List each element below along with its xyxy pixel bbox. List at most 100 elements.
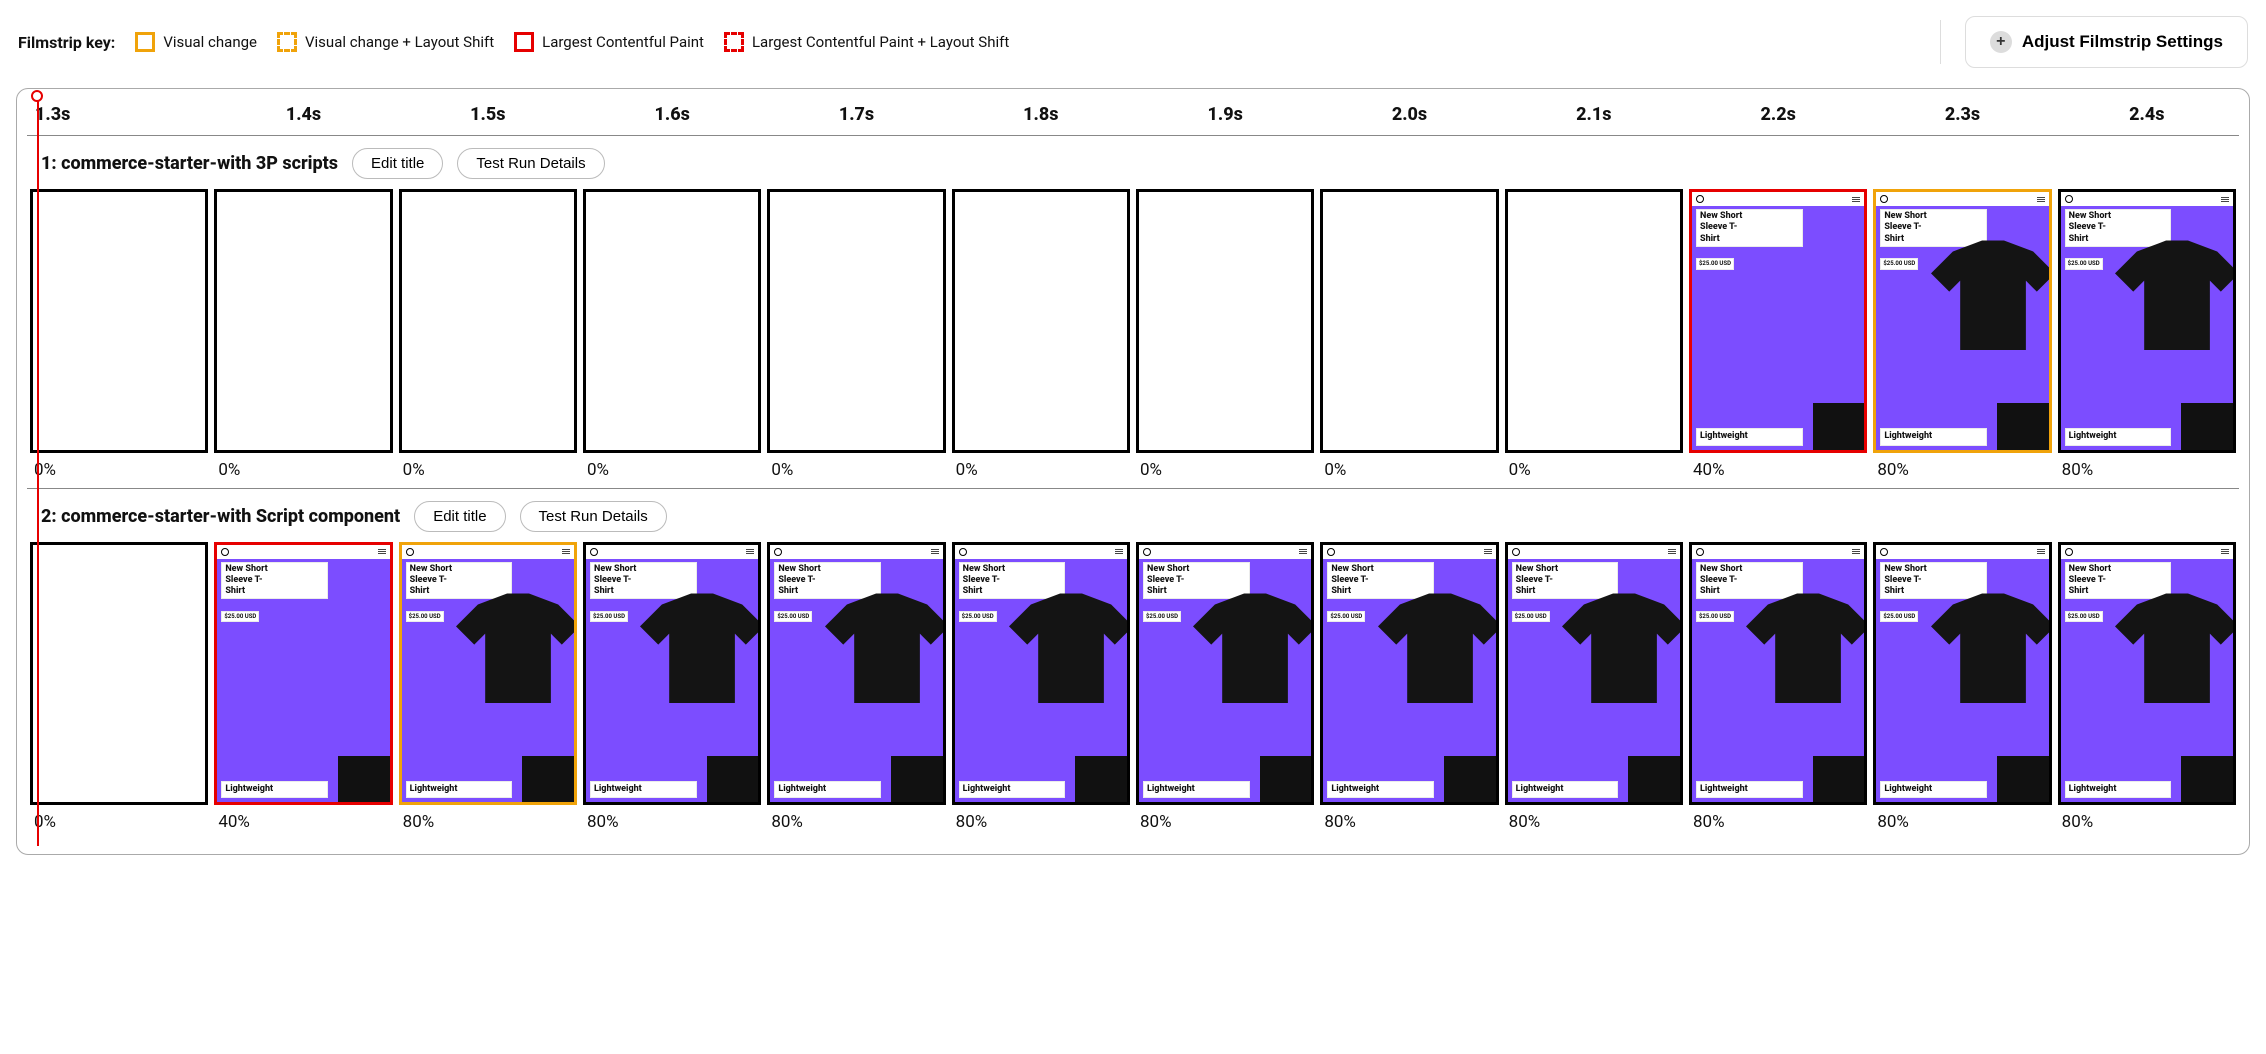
product-tag: Lightweight xyxy=(1696,428,1803,445)
tshirt-image xyxy=(1193,571,1314,726)
visual-complete-percent: 80% xyxy=(587,805,619,832)
filmstrip-frame-cell: 0% xyxy=(27,542,211,833)
legend-text: Largest Contentful Paint xyxy=(542,33,704,51)
filmstrip-frame[interactable]: New ShortSleeve T-Shirt$25.00 USDLightwe… xyxy=(1873,542,2051,806)
filmstrip-frame[interactable] xyxy=(1136,189,1314,453)
filmstrip-frame[interactable]: New ShortSleeve T-Shirt$25.00 USDLightwe… xyxy=(1136,542,1314,806)
product-tag: Lightweight xyxy=(1696,781,1803,798)
filmstrip-frame-cell: New ShortSleeve T-Shirt$25.00 USDLightwe… xyxy=(949,542,1133,833)
hamburger-icon xyxy=(1115,549,1123,554)
logo-icon xyxy=(590,548,598,556)
legend-item: Largest Contentful Paint xyxy=(514,32,704,52)
filmstrip-frame[interactable]: New ShortSleeve T-Shirt$25.00 USDLightwe… xyxy=(1320,542,1498,806)
filmstrip-frame[interactable]: New ShortSleeve T-Shirt$25.00 USDLightwe… xyxy=(2058,542,2236,806)
filmstrip-frame-cell: New ShortSleeve T-Shirt$25.00 USDLightwe… xyxy=(764,542,948,833)
timestamp-cell: 1.3s xyxy=(27,89,211,135)
product-price: $25.00 USD xyxy=(1143,611,1181,623)
filmstrip-frame[interactable]: New ShortSleeve T-Shirt$25.00 USDLightwe… xyxy=(583,542,761,806)
tshirt-image xyxy=(1562,571,1683,726)
visual-complete-percent: 80% xyxy=(771,805,803,832)
filmstrip-frame-cell: 0% xyxy=(949,189,1133,480)
time-marker-line[interactable] xyxy=(37,95,39,846)
time-marker-handle[interactable] xyxy=(31,90,43,102)
adjust-button-label: Adjust Filmstrip Settings xyxy=(2022,32,2223,52)
test-run-details-button[interactable]: Test Run Details xyxy=(457,148,604,179)
product-tag: Lightweight xyxy=(1880,781,1987,798)
run-header: 1: commerce-starter-with 3P scripts Edit … xyxy=(27,136,2239,189)
legend-item: Visual change xyxy=(135,32,257,52)
product-price: $25.00 USD xyxy=(1880,258,1918,270)
filmstrip-frame[interactable]: New ShortSleeve T-Shirt$25.00 USDLightwe… xyxy=(1689,542,1867,806)
legend-swatch xyxy=(514,32,534,52)
top-right-controls: + Adjust Filmstrip Settings xyxy=(1940,16,2248,68)
tshirt-image xyxy=(1931,218,2052,373)
run-title: 1: commerce-starter-with 3P scripts xyxy=(41,153,338,174)
hamburger-icon xyxy=(1668,549,1676,554)
filmstrip-frame[interactable] xyxy=(30,189,208,453)
filmstrip-panel: 1.3s1.4s1.5s1.6s1.7s1.8s1.9s2.0s2.1s2.2s… xyxy=(16,88,2250,855)
filmstrip-frame[interactable] xyxy=(399,189,577,453)
filmstrip-frame[interactable] xyxy=(583,189,761,453)
edit-title-button[interactable]: Edit title xyxy=(414,501,505,532)
filmstrip-frame[interactable] xyxy=(1505,189,1683,453)
filmstrip-frame-cell: New ShortSleeve T-Shirt$25.00 USDLightwe… xyxy=(396,542,580,833)
timestamp-cell: 1.9s xyxy=(1133,89,1317,135)
filmstrip-frame-cell: New ShortSleeve T-Shirt$25.00 USDLightwe… xyxy=(1686,189,1870,480)
product-tag: Lightweight xyxy=(2065,781,2172,798)
filmstrip-frame[interactable] xyxy=(952,189,1130,453)
filmstrip-frame[interactable]: New ShortSleeve T-Shirt$25.00 USDLightwe… xyxy=(1505,542,1683,806)
visual-complete-percent: 80% xyxy=(1693,805,1725,832)
visual-complete-percent: 40% xyxy=(218,805,250,832)
visual-complete-percent: 80% xyxy=(956,805,988,832)
visual-complete-percent: 80% xyxy=(2062,805,2094,832)
tshirt-image xyxy=(1746,571,1867,726)
hamburger-icon xyxy=(2037,197,2045,202)
logo-icon xyxy=(2065,195,2073,203)
legend-item: Visual change + Layout Shift xyxy=(277,32,494,52)
filmstrip-frame[interactable]: New ShortSleeve T-Shirt$25.00 USDLightwe… xyxy=(2058,189,2236,453)
filmstrip-frame[interactable] xyxy=(1320,189,1498,453)
filmstrip-frame[interactable] xyxy=(214,189,392,453)
adjust-filmstrip-settings-button[interactable]: + Adjust Filmstrip Settings xyxy=(1965,16,2248,68)
filmstrip-frame[interactable]: New ShortSleeve T-Shirt$25.00 USDLightwe… xyxy=(952,542,1130,806)
timestamp-cell: 1.5s xyxy=(396,89,580,135)
tshirt-image xyxy=(2115,218,2236,373)
legend-text: Visual change + Layout Shift xyxy=(305,33,494,51)
logo-icon xyxy=(221,548,229,556)
hamburger-icon xyxy=(2221,549,2229,554)
test-run-details-button[interactable]: Test Run Details xyxy=(520,501,667,532)
filmstrip-top-bar: Filmstrip key: Visual changeVisual chang… xyxy=(16,16,2250,68)
timestamp-row: 1.3s1.4s1.5s1.6s1.7s1.8s1.9s2.0s2.1s2.2s… xyxy=(27,89,2239,136)
filmstrip-frame-cell: 0% xyxy=(27,189,211,480)
timestamp-cell: 2.1s xyxy=(1502,89,1686,135)
product-tag: Lightweight xyxy=(1143,781,1250,798)
logo-icon xyxy=(2065,548,2073,556)
visual-complete-percent: 0% xyxy=(956,453,978,480)
hamburger-icon xyxy=(1852,197,1860,202)
tshirt-image xyxy=(640,571,761,726)
product-tag: Lightweight xyxy=(1512,781,1619,798)
run-title: 2: commerce-starter-with Script componen… xyxy=(41,506,400,527)
filmstrip-frame[interactable] xyxy=(767,189,945,453)
product-price: $25.00 USD xyxy=(774,611,812,623)
filmstrip-frame-cell: 0% xyxy=(580,189,764,480)
product-price: $25.00 USD xyxy=(221,611,259,623)
visual-complete-percent: 80% xyxy=(1324,805,1356,832)
filmstrip-frame[interactable]: New ShortSleeve T-Shirt$25.00 USDLightwe… xyxy=(1873,189,2051,453)
filmstrip-frame[interactable]: New ShortSleeve T-Shirt$25.00 USDLightwe… xyxy=(214,542,392,806)
logo-icon xyxy=(959,548,967,556)
visual-complete-percent: 0% xyxy=(1324,453,1346,480)
hamburger-icon xyxy=(378,549,386,554)
plus-icon: + xyxy=(1990,31,2012,53)
product-tag: Lightweight xyxy=(590,781,697,798)
logo-icon xyxy=(774,548,782,556)
filmstrip-frame[interactable]: New ShortSleeve T-Shirt$25.00 USDLightwe… xyxy=(1689,189,1867,453)
edit-title-button[interactable]: Edit title xyxy=(352,148,443,179)
filmstrip-frame-cell: New ShortSleeve T-Shirt$25.00 USDLightwe… xyxy=(1870,189,2054,480)
filmstrip-row: 0%New ShortSleeve T-Shirt$25.00 USDLight… xyxy=(27,542,2239,841)
filmstrip-frame[interactable]: New ShortSleeve T-Shirt$25.00 USDLightwe… xyxy=(767,542,945,806)
filmstrip-frame[interactable]: New ShortSleeve T-Shirt$25.00 USDLightwe… xyxy=(399,542,577,806)
filmstrip-frame[interactable] xyxy=(30,542,208,806)
filmstrip-frame-cell: New ShortSleeve T-Shirt$25.00 USDLightwe… xyxy=(1317,542,1501,833)
visual-complete-percent: 80% xyxy=(403,805,435,832)
